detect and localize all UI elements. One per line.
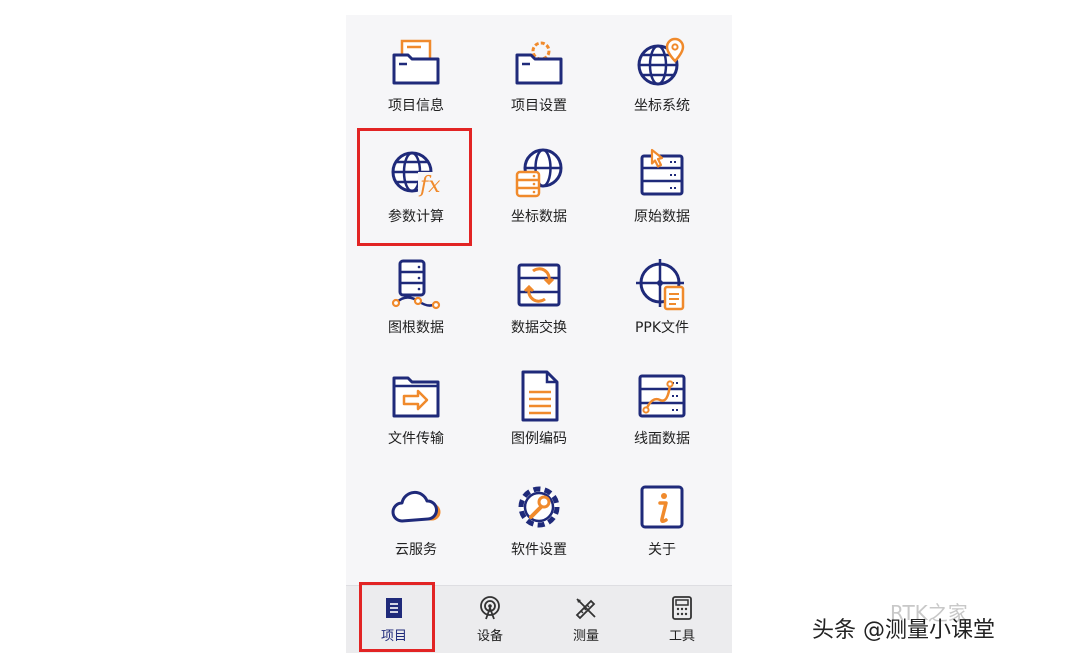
highlight-tab-project bbox=[359, 582, 435, 652]
grid-item-label: PPK文件 bbox=[634, 320, 690, 336]
crosshair-doc-icon bbox=[634, 257, 690, 313]
grid-item-label: 文件传输 bbox=[388, 431, 444, 447]
grid-item-label: 原始数据 bbox=[634, 209, 690, 225]
grid-item-label: 关于 bbox=[648, 542, 676, 558]
gear-wrench-icon bbox=[511, 479, 567, 535]
grid-item-legend-code[interactable]: 图例编码 bbox=[477, 348, 601, 456]
grid-item-label: 项目设置 bbox=[511, 98, 567, 114]
ruler-pencil-icon bbox=[575, 598, 596, 620]
app-screen: 项目信息 项目设置 坐标系统 fx 参数计算 坐标数据 原始数据 图根数据 数据… bbox=[346, 15, 732, 653]
grid-item-project-info[interactable]: 项目信息 bbox=[354, 15, 478, 123]
grid-item-label: 云服务 bbox=[395, 542, 437, 558]
grid-item-coordinate-system[interactable]: 坐标系统 bbox=[600, 15, 724, 123]
table-swap-icon bbox=[511, 257, 567, 313]
table-line-icon bbox=[634, 368, 690, 424]
grid-item-software-settings[interactable]: 软件设置 bbox=[477, 459, 601, 567]
tab-tools[interactable]: 工具 bbox=[634, 586, 730, 653]
folder-gear-icon bbox=[511, 35, 567, 91]
highlight-parameter-calc bbox=[357, 128, 472, 246]
grid-item-label: 坐标系统 bbox=[634, 98, 690, 114]
grid-item-about[interactable]: 关于 bbox=[600, 459, 724, 567]
grid-item-raw-data[interactable]: 原始数据 bbox=[600, 126, 724, 234]
tab-survey[interactable]: 测量 bbox=[538, 586, 634, 653]
database-route-icon bbox=[388, 257, 444, 313]
grid-item-cloud-service[interactable]: 云服务 bbox=[354, 459, 478, 567]
folder-doc-icon bbox=[388, 35, 444, 91]
globe-pin-icon bbox=[634, 35, 690, 91]
function-grid: 项目信息 项目设置 坐标系统 fx 参数计算 坐标数据 原始数据 图根数据 数据… bbox=[346, 15, 732, 585]
grid-item-coordinate-data[interactable]: 坐标数据 bbox=[477, 126, 601, 234]
watermark-text: 头条 @测量小课堂 bbox=[812, 618, 995, 643]
grid-item-label: 坐标数据 bbox=[511, 209, 567, 225]
info-icon bbox=[634, 479, 690, 535]
grid-item-line-area-data[interactable]: 线面数据 bbox=[600, 348, 724, 456]
grid-item-label: 软件设置 bbox=[511, 542, 567, 558]
grid-item-data-exchange[interactable]: 数据交换 bbox=[477, 237, 601, 345]
grid-item-file-transfer[interactable]: 文件传输 bbox=[354, 348, 478, 456]
grid-item-label: 图根数据 bbox=[388, 320, 444, 336]
tab-label: 测量 bbox=[572, 629, 599, 644]
grid-item-control-point-data[interactable]: 图根数据 bbox=[354, 237, 478, 345]
calculator-icon bbox=[672, 596, 692, 620]
antenna-icon bbox=[480, 596, 500, 620]
grid-item-label: 项目信息 bbox=[388, 98, 444, 114]
cloud-icon bbox=[388, 479, 444, 535]
folder-arrow-icon bbox=[388, 368, 444, 424]
grid-item-label: 数据交换 bbox=[511, 320, 567, 336]
tab-label: 工具 bbox=[668, 629, 695, 644]
grid-item-label: 线面数据 bbox=[634, 431, 690, 447]
grid-item-project-settings[interactable]: 项目设置 bbox=[477, 15, 601, 123]
tab-label: 设备 bbox=[476, 629, 503, 644]
globe-database-icon bbox=[511, 146, 567, 202]
grid-item-ppk-file[interactable]: PPK文件 bbox=[600, 237, 724, 345]
document-lines-icon bbox=[511, 368, 567, 424]
table-cursor-icon bbox=[634, 146, 690, 202]
grid-item-label: 图例编码 bbox=[511, 431, 567, 447]
tab-device[interactable]: 设备 bbox=[442, 586, 538, 653]
